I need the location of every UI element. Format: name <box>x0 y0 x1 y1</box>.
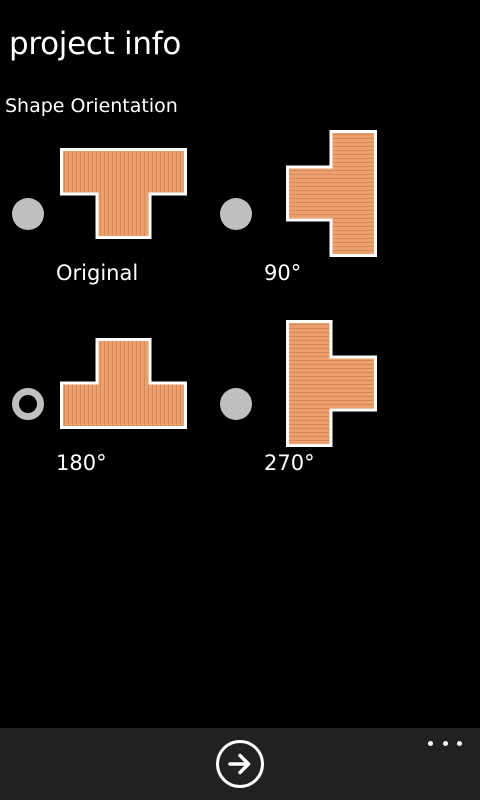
shape-180[interactable] <box>60 338 187 429</box>
page-title: project info <box>9 26 181 62</box>
radio-90[interactable] <box>220 198 252 230</box>
label-original: Original <box>56 261 139 285</box>
next-button[interactable] <box>216 740 264 788</box>
radio-original[interactable] <box>12 198 44 230</box>
shape-90[interactable] <box>286 130 377 257</box>
more-options-button[interactable] <box>428 734 462 752</box>
label-180: 180° <box>56 451 107 475</box>
shape-original[interactable] <box>60 148 187 239</box>
label-270: 270° <box>264 451 315 475</box>
app-bar <box>0 728 480 800</box>
ellipsis-icon <box>428 740 433 746</box>
label-90: 90° <box>264 261 302 285</box>
arrow-right-icon <box>228 753 251 775</box>
radio-180[interactable] <box>12 388 44 420</box>
radio-270[interactable] <box>220 388 252 420</box>
shape-270[interactable] <box>286 320 377 447</box>
section-label: Shape Orientation <box>5 95 178 117</box>
